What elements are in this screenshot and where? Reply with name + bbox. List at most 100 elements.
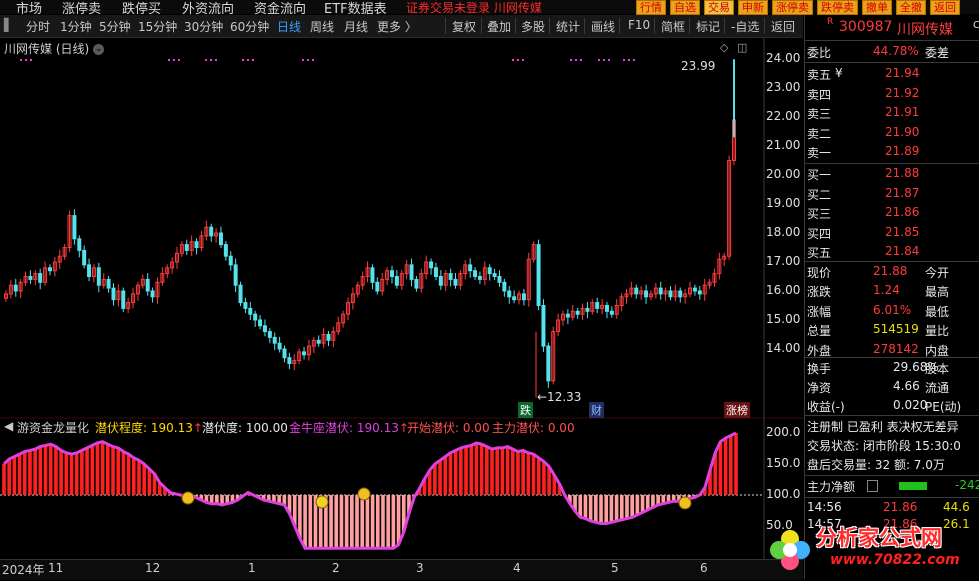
money-bag-icon: [181, 491, 195, 505]
candle-body: [394, 276, 399, 286]
candle-body: [595, 302, 600, 309]
signal-dot: [247, 59, 249, 61]
price-tick-label: 18.00: [766, 225, 801, 239]
candle-body: [106, 278, 111, 289]
candle-body: [218, 232, 223, 246]
marker-die: 跌: [518, 402, 533, 418]
tool-remove-watchlist[interactable]: -自选: [731, 18, 759, 35]
candle-body: [585, 307, 590, 312]
stock-code: 300987: [839, 19, 893, 35]
btn-back[interactable]: 返回: [930, 0, 960, 15]
candle-body: [82, 249, 87, 266]
x-label-2: 2: [332, 561, 340, 575]
tool-multi-stock[interactable]: 多股: [521, 18, 545, 35]
order-buy-row: 买四 21.85: [807, 224, 920, 241]
watermark-url: www.70822.com: [830, 552, 960, 568]
candle-body: [473, 270, 478, 277]
signal-dot: [302, 59, 304, 61]
candle-body: [453, 278, 458, 286]
period-30min[interactable]: 30分钟: [184, 18, 223, 35]
indicator-tick-label: 150.0: [766, 456, 801, 470]
main-net-detail-icon[interactable]: [867, 480, 878, 492]
tool-overlay[interactable]: 叠加: [487, 18, 511, 35]
candle-body: [546, 345, 551, 382]
tool-back[interactable]: 返回: [771, 18, 795, 35]
tool-simple-frame[interactable]: 简框: [661, 18, 685, 35]
candle-body: [277, 342, 282, 350]
candle-body: [326, 334, 331, 341]
candle-body: [282, 348, 287, 359]
tool-f10[interactable]: F10: [628, 18, 650, 32]
time-axis: [0, 559, 803, 580]
watermark-text: 分析家公式网: [816, 526, 942, 550]
period-more[interactable]: 更多 〉: [377, 18, 417, 35]
price-tick-label: 23.00: [766, 80, 801, 94]
candle-body: [429, 261, 434, 269]
signal-dot: [30, 59, 32, 61]
candle-body: [536, 244, 541, 307]
candle-body: [502, 281, 507, 292]
signal-dot: [522, 59, 524, 61]
x-label-11: 11: [48, 561, 64, 575]
marker-zhangbang: 涨榜: [724, 402, 750, 418]
btn-trade[interactable]: 交易: [704, 0, 734, 15]
period-intraday[interactable]: 分时: [26, 18, 50, 35]
reg-info: 注册制 已盈利 表决权无差异: [807, 420, 959, 434]
diamond-icon[interactable]: ◇: [720, 41, 728, 54]
tool-draw-line[interactable]: 画线: [591, 18, 615, 35]
candle-body: [414, 278, 419, 289]
period-toolbar: ▌ 分时 1分钟 5分钟 15分钟 30分钟 60分钟 日线 周线 月线 更多 …: [0, 15, 803, 38]
btn-new-ipo[interactable]: 申新: [738, 0, 768, 15]
signal-dot: [168, 59, 170, 61]
signal-dot: [608, 59, 610, 61]
candle-body: [209, 226, 214, 237]
period-15min[interactable]: 15分钟: [138, 18, 177, 35]
candle-body: [492, 273, 497, 278]
btn-cancel-all[interactable]: 全撤: [896, 0, 926, 15]
smiley-icon: [315, 495, 329, 509]
order-buy-row: 买一 21.88: [807, 166, 920, 182]
main-net-value: -242: [955, 478, 979, 492]
candle-body: [287, 357, 292, 365]
signal-dot: [173, 59, 175, 61]
btn-limit-down-sell[interactable]: 跌停卖: [817, 0, 858, 15]
signal-dot: [575, 59, 577, 61]
chart-options-icon[interactable]: ⌄: [93, 44, 105, 55]
signal-dot: [603, 59, 605, 61]
btn-limit-up-sell[interactable]: 涨停卖: [772, 0, 813, 15]
candle-body: [272, 336, 277, 344]
btn-watchlist[interactable]: 自选: [670, 0, 700, 15]
period-5min[interactable]: 5分钟: [99, 18, 131, 35]
collapse-icon[interactable]: ▌: [4, 18, 13, 32]
tool-statistics[interactable]: 统计: [556, 18, 580, 35]
period-60min[interactable]: 60分钟: [230, 18, 269, 35]
price-tick-label: 20.00: [766, 167, 801, 181]
btn-quote[interactable]: 行情: [636, 0, 666, 15]
signal-dot: [623, 59, 625, 61]
kline-chart[interactable]: [0, 38, 803, 578]
candle-body: [96, 267, 101, 286]
tool-restore-rights[interactable]: 复权: [452, 18, 476, 35]
period-1min[interactable]: 1分钟: [60, 18, 92, 35]
trade-status: 交易状态: 闭市阶段 15:30:0: [807, 439, 961, 453]
signal-dot: [512, 59, 514, 61]
tool-mark[interactable]: 标记: [696, 18, 720, 35]
r-tag: R: [827, 17, 834, 27]
candle-body: [477, 276, 482, 280]
signal-dot: [25, 59, 27, 61]
signal-dot: [570, 59, 572, 61]
btn-cancel-order[interactable]: 撤单: [862, 0, 892, 15]
period-daily[interactable]: 日线: [277, 18, 301, 35]
top-menu-bar: 市场 涨停卖 跌停买 外资流向 资金流向 ETF数据表 证券交易未登录 川网传媒…: [0, 0, 979, 17]
period-weekly[interactable]: 周线: [310, 18, 334, 35]
candle-body: [121, 290, 126, 309]
indicator-collapse-icon[interactable]: ◀: [4, 419, 13, 433]
window-toggle-icon[interactable]: ◫: [737, 41, 747, 54]
candle-body: [262, 325, 267, 333]
price-tick-label: 17.00: [766, 254, 801, 268]
period-monthly[interactable]: 月线: [344, 18, 368, 35]
candle-body: [302, 351, 307, 356]
chart-title: 川网传媒 (日线) ⌄: [4, 40, 105, 57]
indicator-s5: 主力潜伏: 0.00: [492, 421, 575, 435]
signal-dot: [517, 59, 519, 61]
